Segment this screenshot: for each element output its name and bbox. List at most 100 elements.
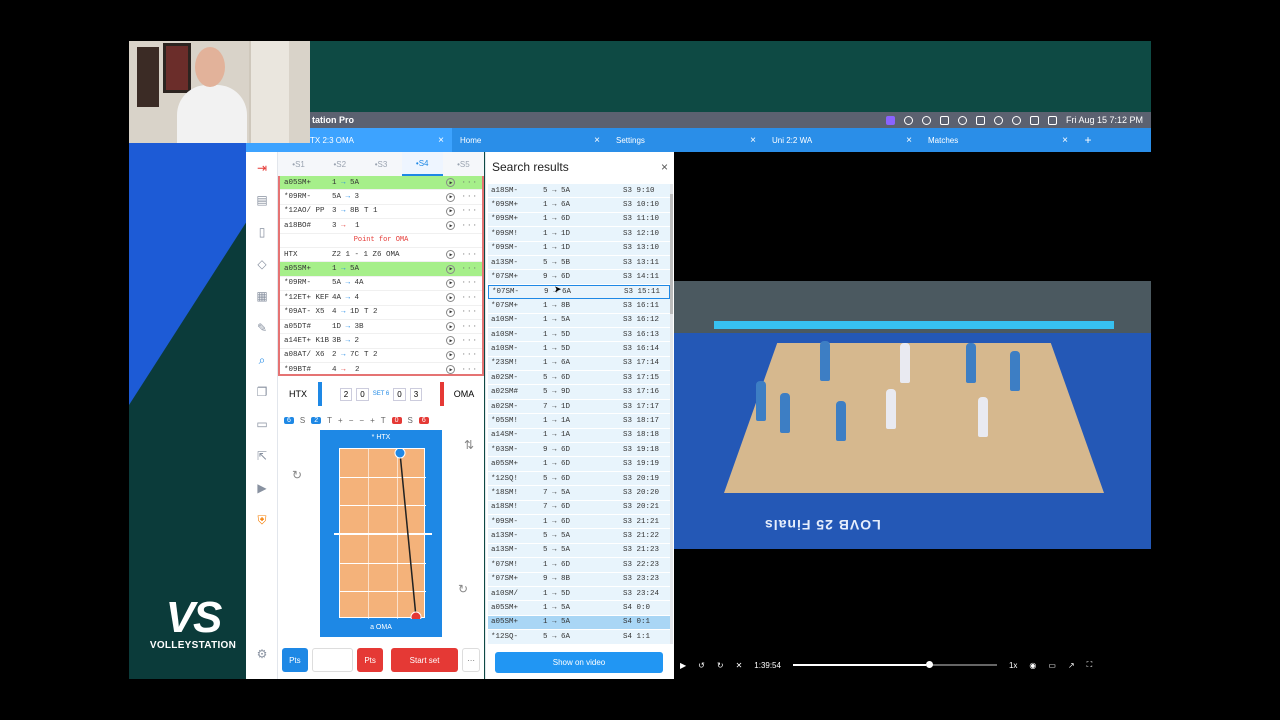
search-result-row[interactable]: a02SM- 7 → 1D S3 17:17 [488, 399, 670, 415]
clock-icon[interactable] [957, 115, 967, 125]
start-set-button[interactable]: Start set [390, 648, 459, 672]
home-timeout-badge[interactable]: 2 [311, 416, 322, 424]
away-points[interactable]: 0 [393, 387, 406, 401]
rally-row[interactable]: *12AO/ PP 3 → 8B T 1 ▶ ··· [280, 205, 482, 220]
video-progress[interactable] [792, 661, 997, 668]
search-result-row[interactable]: *23SM! 1 → 6A S3 17:14 [488, 356, 670, 372]
rally-row[interactable]: a08AT/ X6 2 → 7C T 2 ▶ ··· [280, 349, 482, 364]
search-result-row[interactable]: a02SM- 5 → 6D S3 17:15 [488, 371, 670, 386]
popout-icon[interactable]: ↗ [1068, 661, 1075, 670]
rally-row[interactable]: a05SM+ 1 → 5A ▶ ··· [280, 176, 482, 191]
tab-settings[interactable]: Settings × [608, 128, 764, 152]
close-icon[interactable]: × [438, 135, 444, 146]
copy-icon[interactable]: ❐ [246, 376, 278, 408]
rally-row[interactable]: HTX Z2 1 - 1 Z6 OMA ▶ ··· [280, 248, 482, 263]
video-icon[interactable]: ▶ [246, 472, 278, 504]
tab-set-4[interactable]: •S4 [401, 152, 443, 176]
rally-row[interactable]: *12ET+ KEF 4A → 4 ▶ ··· [280, 291, 482, 306]
control-center-icon[interactable] [1047, 115, 1057, 125]
rally-row[interactable]: a05DT# 1D → 3B ▶ ··· [280, 320, 482, 335]
close-icon[interactable]: × [750, 135, 756, 146]
search-result-row[interactable]: a18SM- 5 → 5A S3 9:10 [488, 184, 670, 199]
home-plus-button[interactable]: + [338, 416, 343, 425]
headphones-icon[interactable] [921, 115, 931, 125]
tab-set-1[interactable]: •S1 [278, 152, 319, 176]
play-icon[interactable]: ▶ [446, 278, 456, 288]
search-result-row[interactable]: *05SM! 1 → 1A S3 18:17 [488, 414, 670, 429]
more-icon[interactable]: ··· [461, 279, 478, 287]
search-result-row[interactable]: *18SM! 7 → 5A S3 20:20 [488, 486, 670, 501]
more-icon[interactable]: ··· [461, 193, 478, 201]
more-icon[interactable]: ··· [461, 265, 478, 273]
home-points[interactable]: 0 [356, 387, 369, 401]
away-serve-badge[interactable]: 6 [418, 416, 429, 424]
more-icon[interactable]: ··· [461, 351, 478, 359]
play-icon[interactable]: ▶ [446, 206, 456, 216]
fullscreen-icon[interactable]: ⛶ [1087, 660, 1093, 670]
rotate-left-icon[interactable]: ↻ [292, 468, 302, 482]
more-button[interactable]: ··· [462, 648, 480, 672]
rally-row[interactable]: a18BO# 3 → 1 ▶ ··· [280, 219, 482, 234]
play-icon[interactable]: ▶ [446, 365, 456, 374]
settings-icon[interactable]: ⚙ [246, 638, 278, 670]
add-tab-button[interactable]: + [1076, 128, 1100, 152]
search-result-row[interactable]: *07SM+ 9 → 6D S3 14:11 [488, 270, 670, 285]
info-icon[interactable] [903, 115, 913, 125]
search-result-row[interactable]: a10SM- 1 → 5A S3 16:12 [488, 313, 670, 328]
speed-button[interactable]: 1x [1009, 661, 1017, 670]
home-minus-button[interactable]: − [349, 416, 354, 425]
search-result-row[interactable]: *07SM+ 9 → 8B S3 23:23 [488, 572, 670, 587]
rally-row[interactable]: *09BT# 4 → 2 ▶ ··· [280, 363, 482, 374]
video-player[interactable]: LOVB 25 Finals ▶ ↺ ↻ ✕ 1:39:54 1x ◉ ▭ ↗ … [674, 152, 1151, 679]
mute-icon[interactable]: ✕ [736, 661, 743, 670]
exit-icon[interactable]: ⇥ [246, 152, 278, 184]
more-icon[interactable]: ··· [461, 179, 478, 187]
tab-set-3[interactable]: •S3 [360, 152, 401, 176]
search-result-row[interactable]: a13SM- 5 → 5A S3 21:23 [488, 543, 670, 559]
play-icon[interactable]: ▶ [446, 293, 456, 303]
search-result-row[interactable]: a10SM- 1 → 5D S3 16:13 [488, 327, 670, 343]
search-result-row[interactable]: a02SM# 5 → 9D S3 17:16 [488, 385, 670, 400]
tab-matches[interactable]: Matches × [920, 128, 1076, 152]
search-icon[interactable]: ⌕ [246, 344, 278, 376]
calendar-icon[interactable]: ▦ [246, 280, 278, 312]
swap-icon[interactable]: ⇅ [464, 438, 474, 452]
play-icon[interactable]: ▶ [446, 264, 456, 274]
search-result-row[interactable]: a13SM- 5 → 5B S3 13:11 [488, 255, 670, 271]
video-frame[interactable]: LOVB 25 Finals [674, 281, 1151, 549]
screen-record-icon[interactable] [885, 115, 895, 125]
search-result-row[interactable]: *09SM+ 1 → 6D S3 11:10 [488, 212, 670, 228]
play-icon[interactable]: ▶ [680, 661, 686, 670]
tablet-icon[interactable]: ▭ [246, 408, 278, 440]
more-icon[interactable]: ··· [461, 294, 478, 302]
search-result-row[interactable]: a18SM! 7 → 6D S3 20:21 [488, 500, 670, 515]
display-icon[interactable] [1029, 115, 1039, 125]
search-result-row[interactable]: a05SM+ 1 → 5A S4 0:0 [488, 601, 670, 616]
broadcast-icon[interactable]: ◉ [1029, 661, 1036, 670]
search-result-row[interactable]: a13SM- 5 → 5A S3 21:22 [488, 529, 670, 544]
search-result-row[interactable]: a05SM+ 1 → 5A S4 0:1 [488, 615, 670, 631]
play-icon[interactable]: ▶ [446, 221, 456, 231]
folder-icon[interactable]: ▭ [1048, 661, 1056, 670]
more-icon[interactable]: ··· [461, 207, 478, 215]
siri-icon[interactable] [1011, 115, 1021, 125]
court-diagram[interactable]: * HTX a OMA [320, 430, 442, 637]
away-point-button[interactable]: Pts [357, 648, 383, 672]
search-result-row[interactable]: *09SM- 1 → 6D S3 21:21 [488, 514, 670, 530]
search-result-row[interactable]: a10SM/1 → 5D S3 23:24 [488, 586, 670, 602]
play-icon[interactable]: ▶ [446, 350, 456, 360]
search-result-row[interactable]: *09SM- 1 → 1D S3 13:10 [488, 241, 670, 256]
tab-set-5[interactable]: •S5 [443, 152, 484, 176]
tab-home[interactable]: Home × [452, 128, 608, 152]
bookmark-icon[interactable]: ▯ [246, 216, 278, 248]
close-icon[interactable]: × [594, 135, 600, 146]
shield-icon[interactable]: ⛨ [246, 504, 278, 536]
rally-row[interactable]: *09AT- X5 4 → 1D T 2 ▶ ··· [280, 306, 482, 320]
document-icon[interactable]: ▤ [246, 184, 278, 216]
home-serve-badge[interactable]: 6 [284, 416, 294, 424]
rally-row[interactable]: a14ET+ K1B 3B → 2 ▶ ··· [280, 334, 482, 349]
tab-uni[interactable]: Uni 2:2 WA × [764, 128, 920, 152]
search-result-row[interactable]: *03SM- 9 → 6D S3 19:18 [488, 443, 670, 458]
play-icon[interactable]: ▶ [446, 307, 456, 317]
more-icon[interactable]: ··· [461, 366, 478, 374]
